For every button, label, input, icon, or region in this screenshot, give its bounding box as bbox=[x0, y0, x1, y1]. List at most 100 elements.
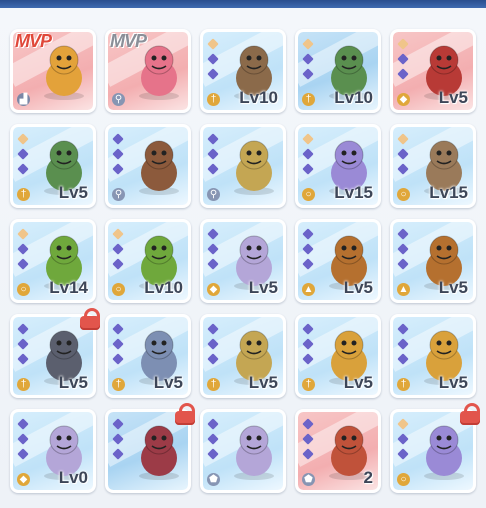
star-icon bbox=[112, 148, 124, 160]
monster-card[interactable]: ○ Lv15 bbox=[295, 124, 381, 208]
monster-card[interactable]: ◆ Lv0 bbox=[10, 409, 96, 493]
lock-icon[interactable] bbox=[460, 403, 480, 425]
star-icon bbox=[397, 433, 409, 445]
star-icon bbox=[112, 448, 124, 460]
monster-card[interactable]: ▲ Lv5 bbox=[295, 219, 381, 303]
monster-card[interactable]: ○ Lv14 bbox=[10, 219, 96, 303]
star-icon bbox=[112, 353, 124, 365]
star-icon bbox=[207, 418, 219, 430]
star-icon bbox=[397, 353, 409, 365]
star-icon bbox=[17, 133, 29, 145]
star-icon bbox=[397, 448, 409, 460]
level-label: Lv15 bbox=[334, 183, 373, 202]
level-label: Lv5 bbox=[248, 373, 278, 392]
star-icon bbox=[302, 53, 314, 65]
monster-card[interactable]: † Lv5 bbox=[295, 314, 381, 398]
level-label: Lv5 bbox=[343, 373, 373, 392]
shield-icon: ◆ bbox=[397, 93, 410, 106]
star-rating bbox=[112, 418, 124, 465]
star-icon bbox=[17, 448, 29, 460]
star-icon bbox=[397, 338, 409, 350]
monster-card[interactable]: † Lv10 bbox=[200, 29, 286, 113]
star-icon bbox=[207, 433, 219, 445]
star-icon bbox=[17, 148, 29, 160]
star-rating bbox=[207, 133, 219, 180]
monster-card[interactable]: ▲ Lv5 bbox=[390, 219, 476, 303]
armor-icon: ⬟ bbox=[302, 473, 315, 486]
monster-card[interactable]: ⬟ 2 bbox=[295, 409, 381, 493]
monster-card[interactable]: ⬟ bbox=[200, 409, 286, 493]
winged-bug-icon bbox=[139, 425, 179, 480]
star-icon bbox=[302, 38, 314, 50]
monster-card[interactable]: † Lv10 bbox=[295, 29, 381, 113]
star-icon bbox=[397, 53, 409, 65]
wolf-beast-icon bbox=[424, 425, 464, 480]
level-label: Lv5 bbox=[438, 278, 468, 297]
level-label: Lv5 bbox=[58, 373, 88, 392]
armor-icon: ⬟ bbox=[207, 473, 220, 486]
monster-card[interactable]: † Lv5 bbox=[200, 314, 286, 398]
monster-card[interactable]: † Lv5 bbox=[390, 314, 476, 398]
star-icon bbox=[112, 163, 124, 175]
star-icon bbox=[302, 258, 314, 270]
level-label: Lv10 bbox=[239, 88, 278, 107]
star-icon bbox=[17, 243, 29, 255]
monster-card[interactable]: MVP ⚲ bbox=[105, 29, 191, 113]
star-rating bbox=[397, 38, 409, 85]
star-icon bbox=[17, 338, 29, 350]
star-rating bbox=[302, 228, 314, 275]
level-label: Lv5 bbox=[343, 278, 373, 297]
star-icon bbox=[207, 133, 219, 145]
level-label: Lv5 bbox=[438, 373, 468, 392]
star-icon bbox=[207, 243, 219, 255]
monster-card[interactable]: † Lv5 bbox=[105, 314, 191, 398]
ring-icon: ○ bbox=[17, 283, 30, 296]
star-icon bbox=[397, 68, 409, 80]
monster-card[interactable]: ◆ Lv5 bbox=[390, 29, 476, 113]
star-icon bbox=[302, 148, 314, 160]
star-icon bbox=[17, 353, 29, 365]
star-icon bbox=[302, 243, 314, 255]
star-rating bbox=[397, 133, 409, 180]
shield-icon: ◆ bbox=[17, 473, 30, 486]
stitched-mask-icon bbox=[234, 140, 274, 195]
star-icon bbox=[207, 448, 219, 460]
pin-icon: ⚲ bbox=[112, 188, 125, 201]
star-icon bbox=[17, 433, 29, 445]
sword-icon: † bbox=[302, 378, 315, 391]
star-icon bbox=[302, 353, 314, 365]
pin-icon: ⚲ bbox=[207, 188, 220, 201]
level-label: Lv14 bbox=[49, 278, 88, 297]
monster-card[interactable]: MVP ▟ bbox=[10, 29, 96, 113]
orc-warrior-icon bbox=[139, 140, 179, 195]
lock-icon[interactable] bbox=[175, 403, 195, 425]
monster-card[interactable]: ⚲ bbox=[105, 124, 191, 208]
star-icon bbox=[207, 53, 219, 65]
monster-card[interactable]: ⚲ bbox=[200, 124, 286, 208]
sword-icon: † bbox=[302, 93, 315, 106]
star-icon bbox=[207, 68, 219, 80]
star-rating bbox=[17, 228, 29, 275]
monster-card[interactable]: ○ Lv10 bbox=[105, 219, 191, 303]
star-rating bbox=[302, 323, 314, 370]
star-icon bbox=[397, 228, 409, 240]
monster-card[interactable]: ◆ Lv5 bbox=[200, 219, 286, 303]
monster-card-grid: MVP ▟ MVP ⚲ † Lv10 † Lv10 ◆ Lv5 † Lv5 ⚲ ⚲ ○ Lv15 ○ Lv15 ○ L… bbox=[0, 0, 486, 508]
star-icon bbox=[207, 338, 219, 350]
star-rating bbox=[302, 418, 314, 465]
lock-icon[interactable] bbox=[80, 308, 100, 330]
star-icon bbox=[17, 323, 29, 335]
star-icon bbox=[112, 338, 124, 350]
ring-icon: ○ bbox=[397, 473, 410, 486]
monster-card[interactable]: † Lv5 bbox=[10, 124, 96, 208]
level-label: Lv10 bbox=[144, 278, 183, 297]
star-rating bbox=[302, 133, 314, 180]
pin-icon: ⚲ bbox=[112, 93, 125, 106]
star-icon bbox=[302, 433, 314, 445]
sword-icon: † bbox=[112, 378, 125, 391]
star-icon bbox=[207, 258, 219, 270]
monster-card[interactable]: ○ Lv15 bbox=[390, 124, 476, 208]
star-icon bbox=[302, 323, 314, 335]
star-rating bbox=[17, 323, 29, 370]
star-icon bbox=[17, 163, 29, 175]
